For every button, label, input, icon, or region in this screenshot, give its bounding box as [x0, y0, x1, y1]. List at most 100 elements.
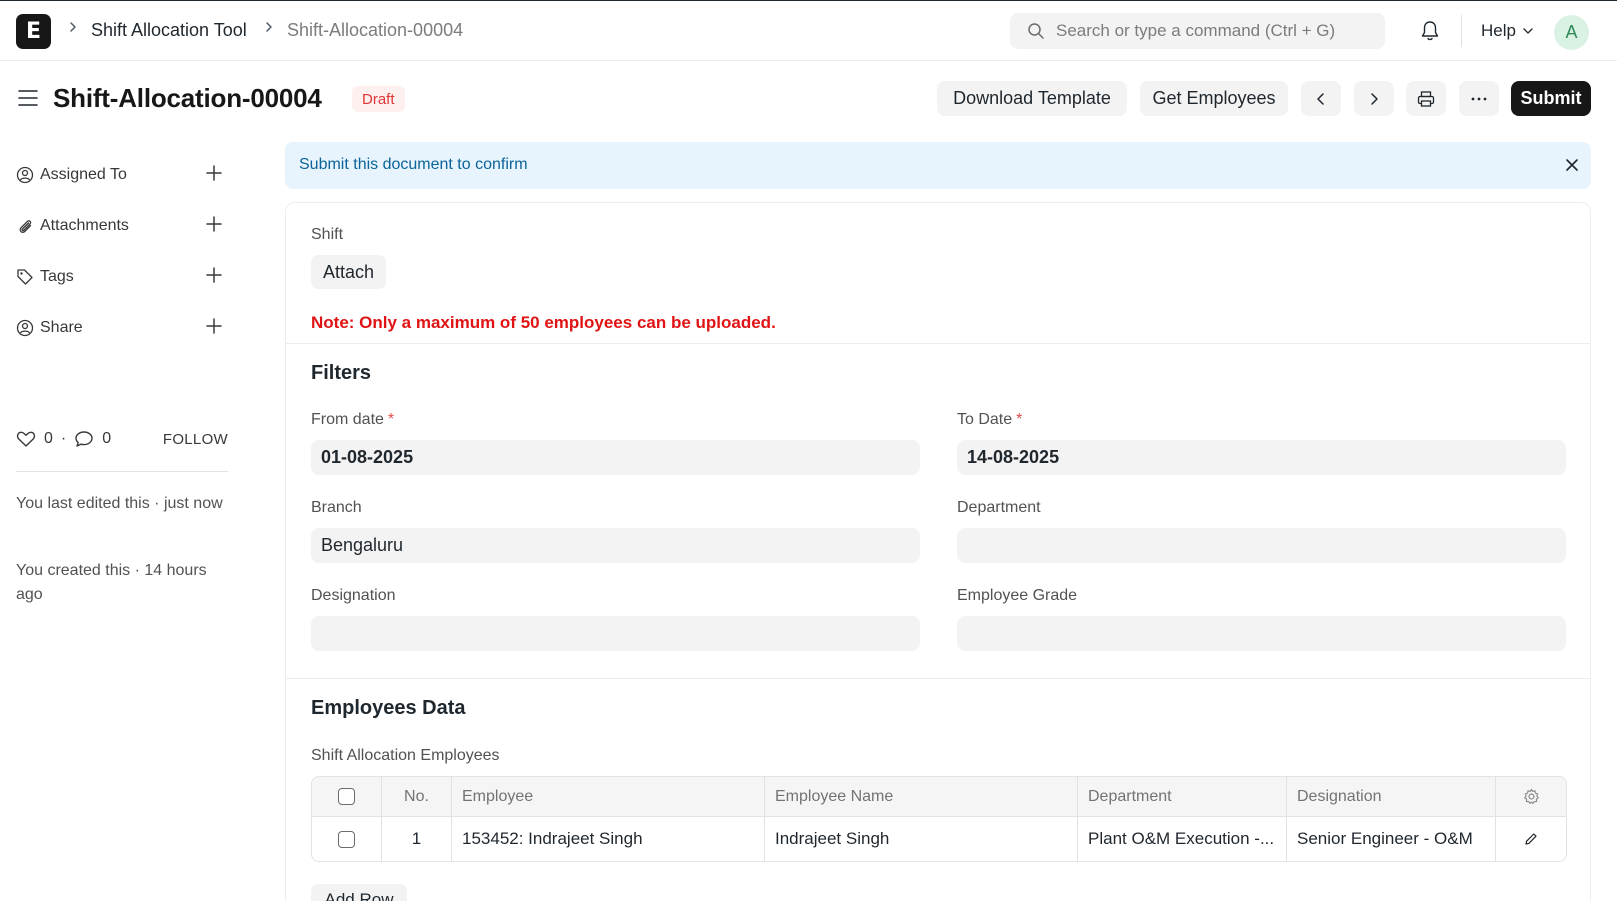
department-label: Department — [957, 499, 1041, 516]
employees-section-title: Employees Data — [311, 697, 466, 719]
sidebar-item-label: Share — [40, 319, 83, 336]
designation-label: Designation — [311, 587, 396, 604]
search-icon — [1028, 23, 1044, 39]
employee-grade-field[interactable] — [957, 616, 1566, 651]
sidebar-toggle-icon[interactable] — [18, 89, 38, 110]
sidebar-item-assigned-to[interactable]: Assigned To — [16, 163, 226, 187]
column-header-employee-name: Employee Name — [765, 777, 1078, 816]
chevron-right-icon — [1371, 92, 1378, 105]
from-date-field[interactable] — [311, 440, 920, 475]
help-menu[interactable]: Help — [1481, 21, 1534, 41]
table-label: Shift Allocation Employees — [311, 747, 500, 764]
print-button[interactable] — [1406, 81, 1446, 116]
submit-alert: Submit this document to confirm — [285, 142, 1591, 189]
table-row[interactable]: 1 153452: Indrajeet Singh Indrajeet Sing… — [312, 817, 1566, 861]
employees-table: No. Employee Employee Name Department De… — [311, 776, 1567, 862]
like-count: 0 — [44, 430, 53, 447]
chevron-right-icon — [68, 19, 78, 38]
follow-button[interactable]: FOLLOW — [163, 431, 228, 448]
navbar-divider — [1461, 15, 1462, 47]
created-info: You created this · 14 hours ago — [16, 562, 207, 603]
sidebar-item-tags[interactable]: Tags — [16, 265, 226, 289]
stats-separator: · — [60, 430, 67, 447]
employee-grade-label: Employee Grade — [957, 587, 1078, 604]
notification-bell-icon[interactable] — [1420, 20, 1440, 45]
row-select-cell — [312, 817, 382, 861]
employee-cell[interactable]: 153452: Indrajeet Singh — [452, 817, 765, 861]
shift-label: Shift — [311, 226, 344, 243]
upload-limit-note: Note: Only a maximum of 50 employees can… — [311, 313, 776, 332]
page-title: Shift-Allocation-00004 — [53, 83, 322, 113]
column-header-no: No. — [382, 777, 452, 816]
row-number: 1 — [382, 817, 452, 861]
edit-pencil-icon[interactable] — [1524, 832, 1538, 846]
select-all-checkbox[interactable] — [338, 788, 355, 805]
ellipsis-icon — [1471, 97, 1487, 100]
branch-field[interactable] — [311, 528, 920, 563]
select-all-cell — [312, 777, 382, 816]
table-header-row: No. Employee Employee Name Department De… — [312, 777, 1566, 817]
branch-label: Branch — [311, 499, 362, 516]
plus-icon[interactable] — [204, 163, 224, 183]
section-divider — [286, 678, 1590, 679]
attach-button[interactable]: Attach — [311, 255, 386, 289]
department-field[interactable] — [957, 528, 1566, 563]
more-actions-button[interactable] — [1459, 81, 1499, 116]
sidebar-item-label: Tags — [40, 268, 74, 285]
designation-field[interactable] — [311, 616, 920, 651]
close-icon[interactable] — [1565, 158, 1579, 172]
user-avatar[interactable]: A — [1554, 15, 1589, 50]
printer-icon — [1417, 90, 1435, 107]
breadcrumb-shift-allocation-tool[interactable]: Shift Allocation Tool — [91, 20, 247, 41]
sidebar-item-share[interactable]: Share — [16, 316, 226, 340]
plus-icon[interactable] — [204, 316, 224, 336]
row-checkbox[interactable] — [338, 830, 355, 848]
search-input[interactable] — [1056, 21, 1376, 41]
gear-icon[interactable] — [1523, 788, 1540, 805]
column-header-designation: Designation — [1287, 777, 1496, 816]
plus-icon[interactable] — [204, 214, 224, 234]
sidebar-item-label: Attachments — [40, 217, 129, 234]
paperclip-icon — [19, 220, 32, 233]
status-badge: Draft — [352, 86, 405, 112]
previous-document-button[interactable] — [1301, 81, 1341, 116]
help-label: Help — [1481, 21, 1516, 40]
tag-icon — [17, 269, 33, 285]
get-employees-button[interactable]: Get Employees — [1140, 81, 1288, 116]
sidebar-divider — [16, 471, 228, 472]
filters-section-title: Filters — [311, 362, 372, 384]
add-row-button[interactable]: Add Row — [311, 884, 407, 901]
heart-icon[interactable] — [16, 430, 36, 448]
column-header-employee: Employee — [452, 777, 765, 816]
next-document-button[interactable] — [1354, 81, 1394, 116]
department-cell[interactable]: Plant O&M Execution -... — [1078, 817, 1287, 861]
app-logo[interactable]: E — [16, 14, 51, 49]
assign-user-icon — [16, 166, 34, 184]
plus-icon[interactable] — [204, 265, 224, 285]
chevron-left-icon — [1317, 92, 1324, 105]
to-date-field[interactable] — [957, 440, 1566, 475]
to-date-label: To Date * — [957, 411, 1023, 428]
comment-count: 0 — [102, 430, 112, 447]
row-edit-cell — [1496, 817, 1566, 861]
sidebar-item-attachments[interactable]: Attachments — [16, 214, 226, 238]
chevron-right-icon — [264, 19, 274, 38]
navbar: E Shift Allocation Tool Shift-Allocation… — [0, 0, 1617, 61]
download-template-button[interactable]: Download Template — [937, 81, 1127, 116]
section-divider — [286, 343, 1590, 344]
search-bar[interactable] — [1010, 13, 1385, 49]
designation-cell[interactable]: Senior Engineer - O&M — [1287, 817, 1496, 861]
last-edited-info: You last edited this · just now — [16, 495, 223, 512]
social-stats: 0 · 0 FOLLOW — [16, 430, 228, 448]
column-header-department: Department — [1078, 777, 1287, 816]
breadcrumb-current-document[interactable]: Shift-Allocation-00004 — [287, 20, 463, 41]
share-user-icon — [16, 319, 34, 337]
sidebar-item-label: Assigned To — [40, 166, 127, 183]
submit-button[interactable]: Submit — [1511, 81, 1591, 116]
comment-icon[interactable] — [74, 430, 94, 448]
column-settings-cell — [1496, 777, 1566, 816]
from-date-label: From date * — [311, 411, 395, 428]
employee-name-cell[interactable]: Indrajeet Singh — [765, 817, 1078, 861]
alert-message: Submit this document to confirm — [299, 156, 528, 173]
chevron-down-icon — [1523, 28, 1533, 34]
